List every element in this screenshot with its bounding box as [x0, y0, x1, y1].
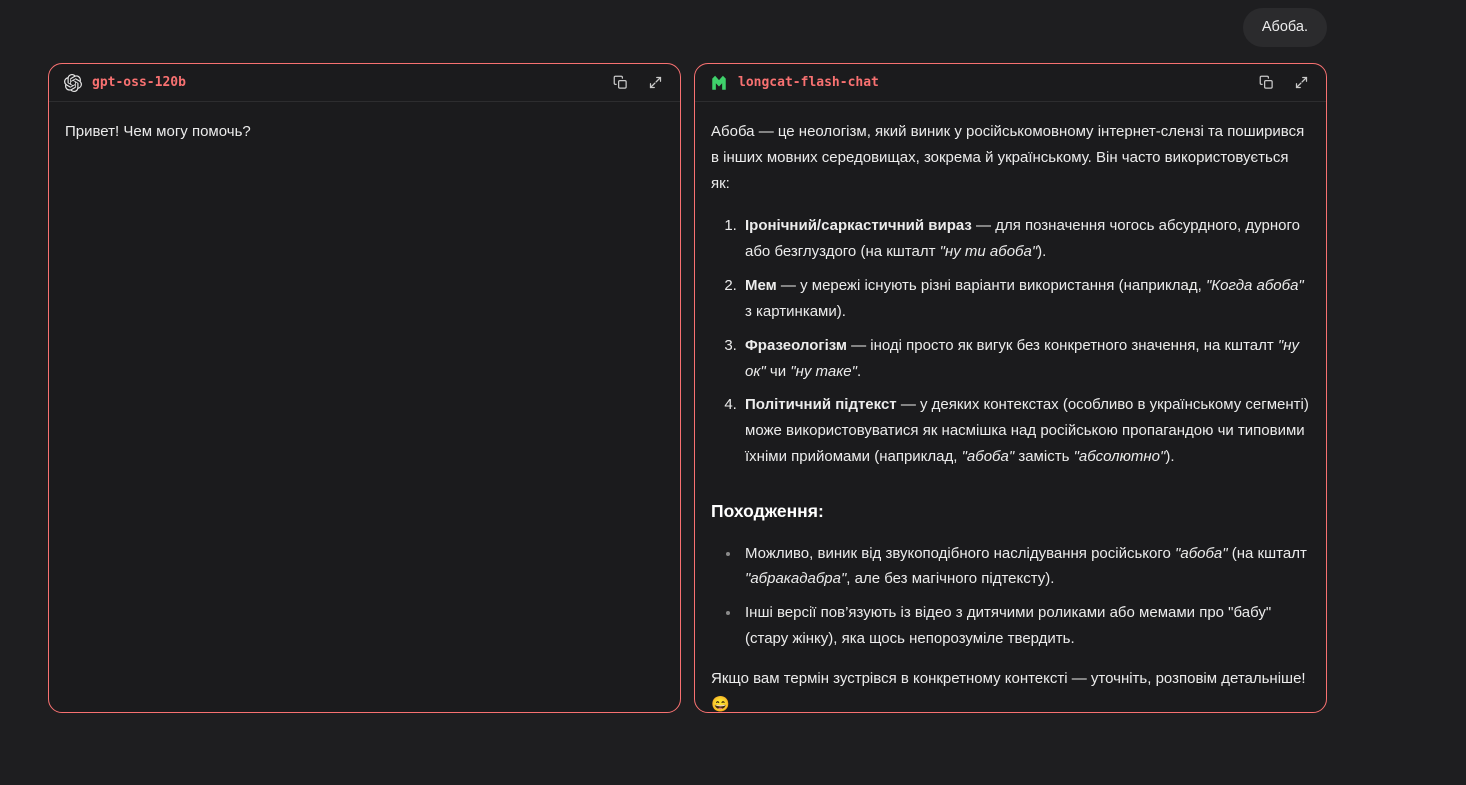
model-panel-gpt-oss-120b: gpt-oss-120b Привет! Чем могу помочь?: [48, 63, 681, 713]
model-comparison-panels: gpt-oss-120b Привет! Чем могу помочь? lo…: [48, 63, 1327, 713]
list-item: Мем — у мережі існують різні варіанти ви…: [741, 273, 1310, 325]
longcat-logo-icon: [710, 74, 728, 92]
model-name-label: gpt-oss-120b: [92, 75, 186, 90]
model-response-area: Абоба — це неологізм, який виник у росій…: [695, 102, 1326, 712]
openai-logo-icon: [64, 73, 82, 92]
model-response-area: Привет! Чем могу помочь?: [49, 102, 680, 162]
origin-bullet-list: Можливо, виник від звукоподібного наслід…: [711, 541, 1310, 653]
assistant-paragraph: Якщо вам термін зустрівся в конкретному …: [711, 670, 1306, 712]
model-name-label: longcat-flash-chat: [738, 75, 879, 90]
list-item: Фразеологізм — іноді просто як вигук без…: [741, 333, 1310, 385]
list-item: Можливо, виник від звукоподібного наслід…: [741, 541, 1310, 593]
expand-button[interactable]: [646, 73, 665, 92]
model-panel-longcat-flash-chat: longcat-flash-chat Абоба — це неологізм,…: [694, 63, 1327, 713]
list-item: Політичний підтекст — у деяких контекста…: [741, 392, 1310, 470]
panel-header: longcat-flash-chat: [695, 64, 1326, 102]
copy-button[interactable]: [1257, 73, 1276, 92]
assistant-paragraph: Абоба — це неологізм, який виник у росій…: [711, 123, 1305, 192]
assistant-message: Привет! Чем могу помочь?: [65, 123, 251, 140]
origin-section-heading: Походження:: [711, 501, 824, 522]
user-message-bubble: Абоба.: [1242, 8, 1327, 48]
expand-button[interactable]: [1292, 73, 1311, 92]
list-item: Іронічний/саркастичний вираз — для позна…: [741, 213, 1310, 265]
list-item: Інші версії пов’язують із відео з дитячи…: [741, 600, 1310, 652]
panel-header: gpt-oss-120b: [49, 64, 680, 102]
usage-numbered-list: Іронічний/саркастичний вираз — для позна…: [711, 213, 1310, 470]
copy-button[interactable]: [611, 73, 630, 92]
